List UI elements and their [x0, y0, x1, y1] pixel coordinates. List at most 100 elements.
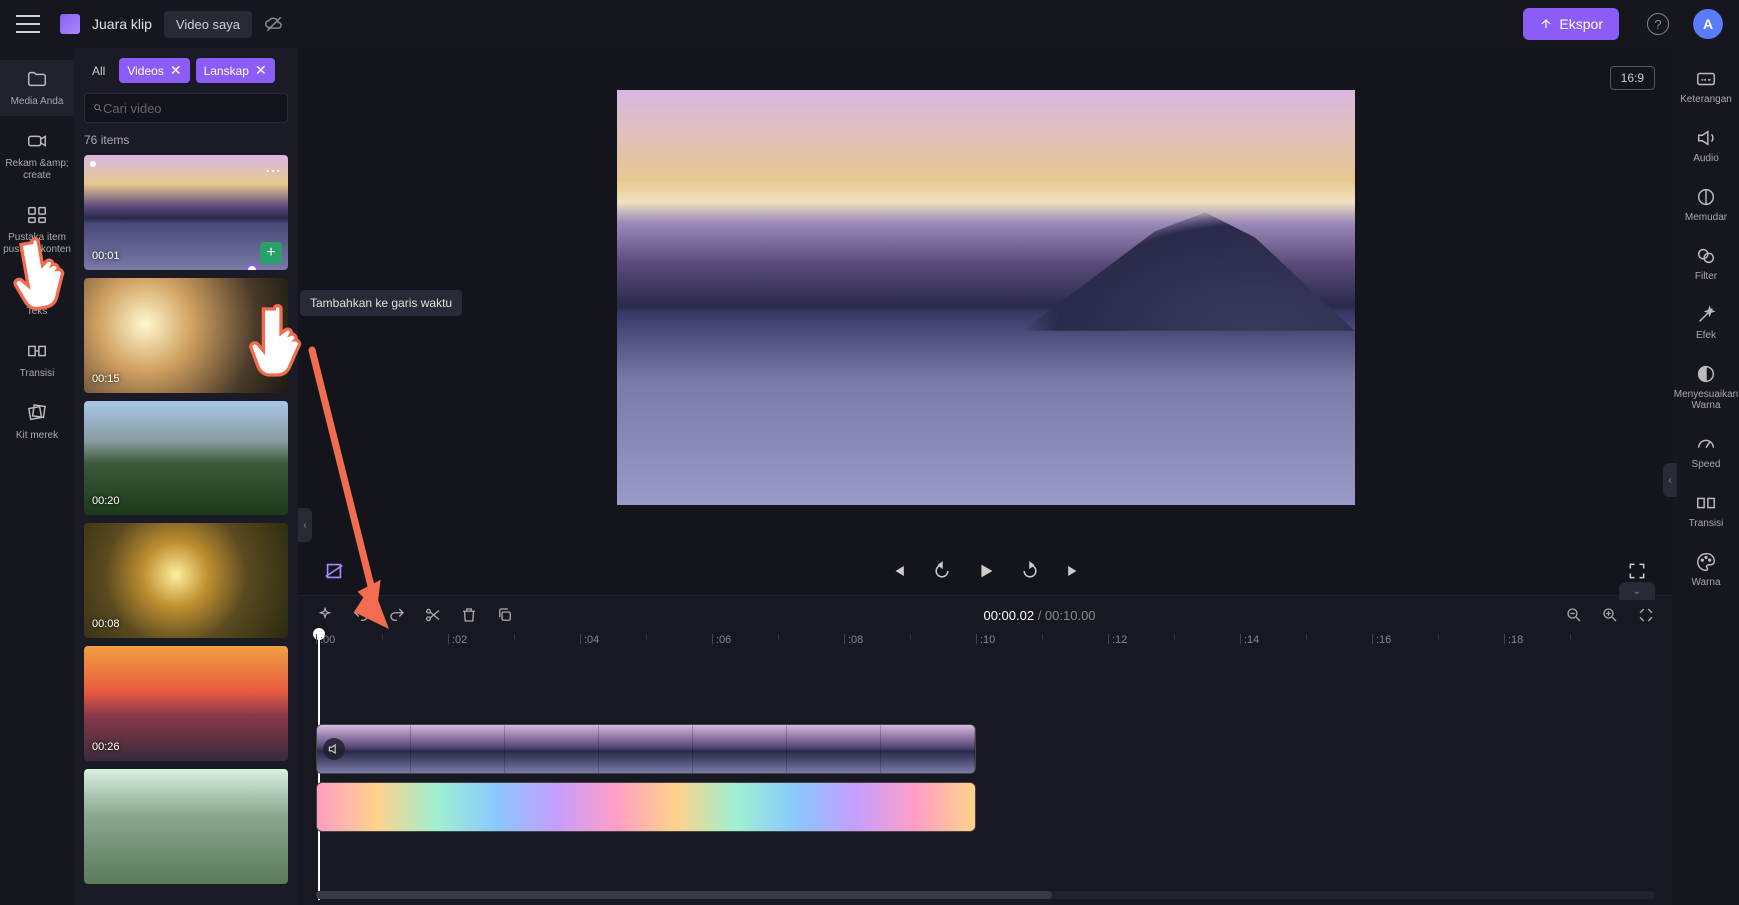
audio-clip[interactable]: [316, 782, 976, 832]
zoom-out-icon: [1565, 606, 1583, 624]
library-icon: [26, 204, 48, 226]
rrail-filter[interactable]: Filter: [1695, 239, 1717, 288]
rail-media[interactable]: Media Anda: [0, 60, 74, 116]
delete-button[interactable]: [460, 606, 478, 624]
menu-button[interactable]: [16, 15, 40, 33]
rrail-effects[interactable]: Efek: [1695, 298, 1717, 347]
video-clip[interactable]: [316, 724, 976, 774]
close-icon[interactable]: ✕: [255, 62, 267, 79]
contrast-icon: [1695, 363, 1717, 385]
zoom-fit-button[interactable]: [1637, 606, 1655, 624]
transition-icon: [26, 340, 48, 362]
media-thumb[interactable]: [84, 769, 288, 884]
playback-controls: [298, 547, 1673, 595]
brandkit-icon: [26, 402, 48, 424]
duplicate-button[interactable]: [496, 606, 514, 624]
clip-audio-button[interactable]: [323, 738, 345, 760]
timeline-ruler[interactable]: :00:02:04:06:08:10:12:14:16:18: [316, 634, 1673, 660]
search-icon: [93, 100, 103, 116]
zoom-in-icon: [1601, 606, 1619, 624]
undo-button[interactable]: [352, 606, 370, 624]
media-thumb[interactable]: 00:26: [84, 646, 288, 761]
media-thumb[interactable]: 00:15: [84, 278, 288, 393]
timeline: ⌄ 00:00.02 / 00:10.00 :00:02:04:06:08: [298, 595, 1673, 905]
gauge-icon: [1695, 433, 1717, 455]
speaker-icon: [1695, 127, 1717, 149]
rrail-speed[interactable]: Speed: [1692, 427, 1721, 476]
skip-start-icon: [888, 561, 908, 581]
rrail-transition[interactable]: Transisi: [1689, 486, 1724, 535]
export-button[interactable]: Ekspor: [1523, 8, 1619, 40]
play-button[interactable]: [974, 559, 998, 583]
aspect-ratio-button[interactable]: 16:9: [1610, 66, 1655, 90]
wand-icon: [1695, 304, 1717, 326]
rrail-audio[interactable]: Audio: [1693, 121, 1719, 170]
sparkle-icon: [316, 606, 334, 624]
rail-library[interactable]: Pustaka item pustaka konten: [0, 196, 74, 264]
item-count: 76 items: [84, 133, 288, 147]
rail-brandkit[interactable]: Kit merek: [0, 394, 74, 450]
trash-icon: [460, 606, 478, 624]
media-thumb[interactable]: ⋯ 00:01 +: [84, 155, 288, 270]
scissors-icon: [424, 606, 442, 624]
center-area: ‹ 16:9 ⌄: [298, 48, 1673, 905]
skip-end-icon: [1064, 561, 1084, 581]
rrail-fade[interactable]: Memudar: [1685, 180, 1727, 229]
text-icon: [26, 278, 48, 300]
panel-collapse-button[interactable]: ‹: [298, 508, 312, 542]
tick-label: :06: [716, 634, 731, 646]
chip-videos[interactable]: Videos✕: [119, 58, 189, 83]
forward-icon: [1020, 561, 1040, 581]
right-rail: ‹ Keterangan Audio Memudar Filter Efek M…: [1673, 48, 1739, 905]
preview-canvas[interactable]: [617, 90, 1355, 505]
media-thumb[interactable]: 00:20: [84, 401, 288, 516]
rail-record[interactable]: Rekam &amp; create: [0, 122, 74, 190]
duplicate-icon: [496, 606, 514, 624]
next-frame-button[interactable]: [1062, 559, 1086, 583]
cloud-sync-icon[interactable]: [264, 14, 284, 34]
help-button[interactable]: ?: [1647, 13, 1669, 35]
chip-all[interactable]: All: [84, 60, 113, 82]
tick-label: :16: [1376, 634, 1391, 646]
add-to-timeline-button[interactable]: +: [260, 242, 282, 264]
media-thumb[interactable]: 00:08: [84, 523, 288, 638]
zoom-in-button[interactable]: [1601, 606, 1619, 624]
tick-label: :08: [848, 634, 863, 646]
timeline-scrollbar[interactable]: [316, 891, 1655, 899]
redo-button[interactable]: [388, 606, 406, 624]
rrail-adjust[interactable]: Menyesuaikan Warna: [1673, 357, 1739, 417]
upload-icon: [1539, 17, 1553, 31]
palette-icon: [1695, 551, 1717, 573]
zoom-out-button[interactable]: [1565, 606, 1583, 624]
crop-button[interactable]: [322, 559, 346, 583]
tick-label: :12: [1112, 634, 1127, 646]
folder-icon: [26, 68, 48, 90]
prev-frame-button[interactable]: [886, 559, 910, 583]
search-row[interactable]: [84, 93, 288, 123]
forward-button[interactable]: [1018, 559, 1042, 583]
search-input[interactable]: [103, 101, 279, 116]
fullscreen-icon: [1627, 561, 1647, 581]
timeline-tracks[interactable]: [298, 660, 1673, 905]
rrail-captions[interactable]: Keterangan: [1680, 62, 1732, 111]
my-video-button[interactable]: Video saya: [164, 11, 252, 38]
rrail-color[interactable]: Warna: [1691, 545, 1720, 594]
right-panel-expand-button[interactable]: ‹: [1663, 463, 1677, 497]
fullscreen-button[interactable]: [1625, 559, 1649, 583]
chip-lanskap[interactable]: Lanskap✕: [196, 58, 275, 83]
timeline-toolbar: 00:00.02 / 00:10.00: [298, 596, 1673, 634]
rail-transitions[interactable]: Transisi: [0, 332, 74, 388]
split-button[interactable]: [424, 606, 442, 624]
more-icon[interactable]: ⋯: [265, 161, 282, 181]
undo-icon: [352, 606, 370, 624]
user-avatar[interactable]: A: [1693, 9, 1723, 39]
close-icon[interactable]: ✕: [170, 62, 182, 79]
redo-icon: [388, 606, 406, 624]
sparkle-button[interactable]: [316, 606, 334, 624]
timeline-collapse-button[interactable]: ⌄: [1619, 582, 1655, 600]
scrub-handle-icon[interactable]: [246, 264, 258, 270]
rewind-button[interactable]: [930, 559, 954, 583]
left-rail: Media Anda Rekam &amp; create Pustaka it…: [0, 48, 74, 905]
tick-label: :04: [584, 634, 599, 646]
rail-text[interactable]: Teks: [0, 270, 74, 326]
